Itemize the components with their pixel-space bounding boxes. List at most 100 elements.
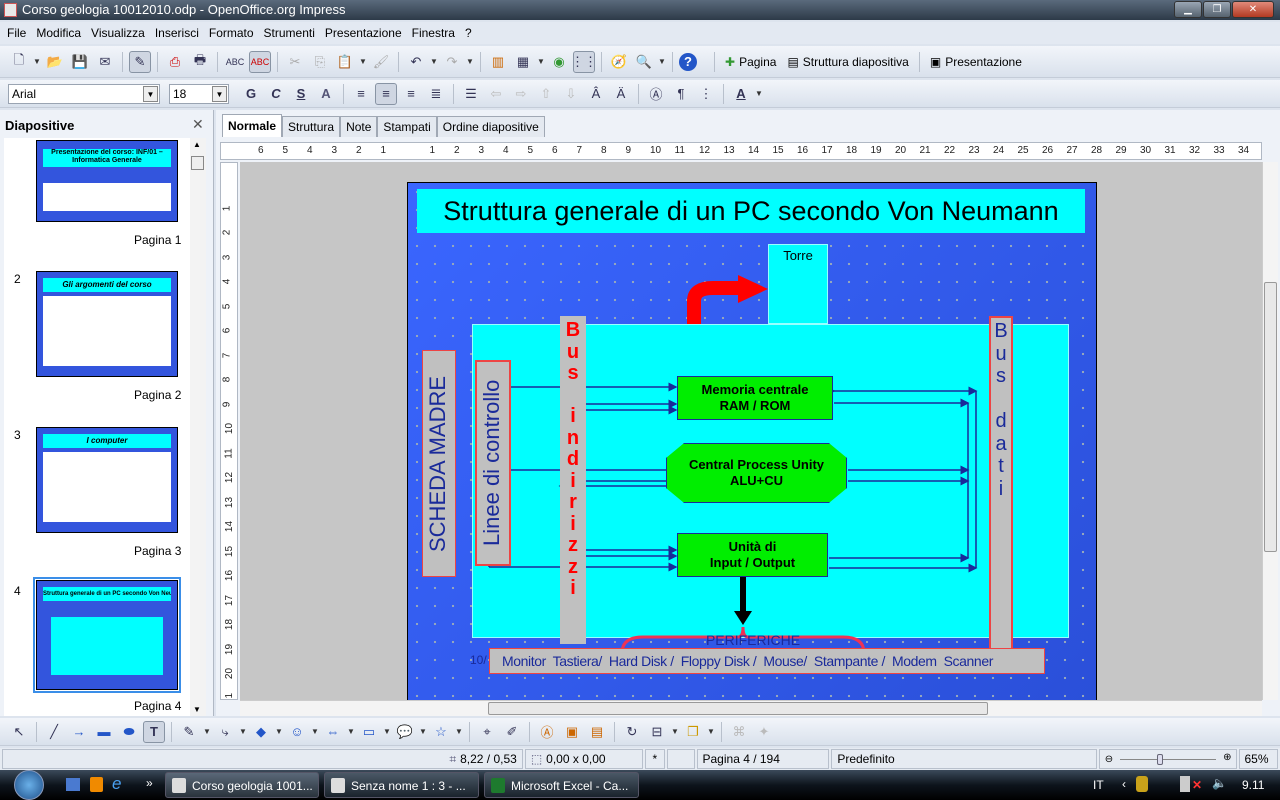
scroll-thumb[interactable] [191, 156, 204, 170]
stars-icon[interactable]: ☆ [430, 721, 452, 743]
flowchart-icon[interactable]: ▭ [358, 721, 380, 743]
minimize-button[interactable]: ▁ [1174, 1, 1202, 18]
undo-icon[interactable]: ↶ [405, 51, 427, 73]
character-icon[interactable]: Ⓐ [645, 83, 667, 105]
taskbar-item-excel[interactable]: Microsoft Excel - Ca... [484, 772, 639, 798]
menu-formato[interactable]: Formato [204, 22, 259, 44]
navigator-icon[interactable]: 🧭 [608, 51, 630, 73]
close-button[interactable]: ✕ [1232, 1, 1274, 18]
zoom-slider[interactable]: ⊖ ⊕ [1098, 749, 1237, 769]
bus-dati[interactable]: Bus dati [989, 316, 1013, 650]
linee-controllo-box[interactable]: Linee di controllo [475, 360, 511, 566]
language-indicator[interactable]: IT [1093, 778, 1104, 792]
slide-thumbnail-2[interactable]: Gli argomenti del corso [36, 271, 178, 377]
paragraph-icon[interactable]: ¶ [670, 83, 692, 105]
block-arrows-icon[interactable]: ⇔ [322, 721, 344, 743]
open-icon[interactable]: 📂 [44, 51, 66, 73]
demote-icon[interactable]: ⇨ [510, 83, 532, 105]
tray-expand-icon[interactable]: ‹ [1122, 777, 1126, 791]
struttura-diapositiva-button[interactable]: ▤ Struttura diapositiva [783, 55, 912, 69]
decrease-spacing-icon[interactable]: Ä [610, 83, 632, 105]
basic-shapes-icon[interactable]: ◆ [250, 721, 272, 743]
print-icon[interactable]: 🖶 [189, 51, 211, 73]
paste-icon[interactable]: 📋 [334, 51, 356, 73]
memoria-centrale-box[interactable]: Memoria centrale RAM / ROM [677, 376, 833, 420]
zoom-slider-knob[interactable] [1157, 754, 1164, 765]
connector-icon[interactable]: ⤷ [214, 721, 236, 743]
select-icon[interactable]: ↖ [8, 721, 30, 743]
spellcheck-icon[interactable]: ABC [224, 51, 246, 73]
export-pdf-icon[interactable]: ⎙ [164, 51, 186, 73]
bullets-icon[interactable]: ☰ [460, 83, 482, 105]
increase-spacing-icon[interactable]: Â [585, 83, 607, 105]
new-dropdown[interactable]: ▼ [33, 57, 41, 66]
extrusion-icon[interactable]: ⌘ [728, 721, 750, 743]
zoom-in-icon[interactable]: ⊕ [1223, 752, 1231, 763]
align-center-icon[interactable]: ≡ [375, 82, 397, 105]
horizontal-scrollbar[interactable] [240, 700, 1262, 716]
tab-struttura[interactable]: Struttura [282, 116, 341, 137]
restore-button[interactable]: ❐ [1203, 1, 1231, 18]
scheda-madre-box[interactable]: SCHEDA MADRE [422, 350, 456, 577]
vertical-ruler[interactable]: 1 2 3 4 5 6 7 8 9 10 11 12 13 14 15 16 17 18 19 20 21 [220, 162, 238, 700]
start-button[interactable] [14, 770, 44, 800]
more-icon[interactable]: » [146, 776, 153, 790]
alignment-icon[interactable]: ⊟ [646, 721, 668, 743]
3d-effects-icon[interactable]: ✦ [753, 721, 775, 743]
arrange-icon[interactable]: ❐ [682, 721, 704, 743]
menu-finestra[interactable]: Finestra [407, 22, 460, 44]
font-size-select[interactable]: 18 ▼ [169, 83, 229, 104]
cut-icon[interactable]: ✂ [284, 51, 306, 73]
devices-bar[interactable]: Monitor Tastiera/ Hard Disk / Floppy Dis… [489, 648, 1045, 674]
network-disconnected-icon[interactable]: ✕ [1192, 778, 1202, 792]
menu-visualizza[interactable]: Visualizza [86, 22, 150, 44]
move-down-icon[interactable]: ⇩ [560, 83, 582, 105]
new-icon[interactable]: 🗋 [8, 51, 30, 73]
close-pane-icon[interactable]: ✕ [192, 116, 204, 133]
from-file-icon[interactable]: ▣ [561, 721, 583, 743]
fontwork-icon[interactable]: ◉ [548, 51, 570, 73]
align-left-icon[interactable]: ≡ [350, 83, 372, 105]
table-icon[interactable]: ▦ [512, 51, 534, 73]
email-icon[interactable]: ✉ [94, 51, 116, 73]
bullets-numbering-icon[interactable]: ⋮ [695, 83, 717, 105]
copy-icon[interactable]: ⎘ [309, 51, 331, 73]
promote-icon[interactable]: ⇦ [485, 83, 507, 105]
menu-help[interactable]: ? [460, 22, 477, 44]
tab-stampati[interactable]: Stampati [377, 116, 437, 137]
scroll-thumb[interactable] [1264, 282, 1277, 552]
menu-strumenti[interactable]: Strumenti [259, 22, 320, 44]
gallery-icon[interactable]: ▤ [586, 721, 608, 743]
menu-file[interactable]: File [2, 22, 31, 44]
shadow-icon[interactable]: A [315, 83, 337, 105]
rotate-icon[interactable]: ↻ [621, 721, 643, 743]
slide-thumbnail-1[interactable]: Presentazione del corso: INF/01 – Inform… [36, 140, 178, 222]
edit-file-icon[interactable]: ✎ [129, 50, 151, 73]
clock[interactable]: 9.11 [1242, 778, 1264, 792]
horizontal-ruler[interactable]: 6 5 4 3 2 1 1 2 3 4 5 6 7 8 9 10 11 12 13 14 15 16 17 18 19 20 21 2… [220, 142, 1262, 160]
bold-button[interactable]: G [240, 83, 262, 105]
format-paintbrush-icon[interactable]: 🖌 [370, 51, 392, 73]
fontwork-gallery-icon[interactable]: Ⓐ [536, 721, 558, 743]
bus-indirizzi[interactable]: Bus indirizzi [560, 316, 586, 644]
underline-button[interactable]: S [290, 83, 312, 105]
chevron-down-icon[interactable]: ▼ [212, 85, 227, 102]
menu-inserisci[interactable]: Inserisci [150, 22, 204, 44]
save-icon[interactable]: 💾 [69, 51, 91, 73]
network-icon[interactable] [1180, 776, 1190, 792]
font-color-icon[interactable]: A [730, 83, 752, 105]
line-icon[interactable]: ╱ [43, 721, 65, 743]
points-icon[interactable]: ⌖ [476, 721, 498, 743]
taskbar-item-impress[interactable]: Corso geologia 1001... [165, 772, 319, 798]
autospellcheck-icon[interactable]: ABC [249, 50, 271, 73]
volume-icon[interactable]: 🔈 [1212, 776, 1227, 790]
internet-explorer-icon[interactable]: e [112, 774, 121, 794]
presentazione-button[interactable]: ▣ Presentazione [926, 55, 1026, 69]
justify-icon[interactable]: ≣ [425, 83, 447, 105]
glue-points-icon[interactable]: ✐ [501, 721, 523, 743]
slide-thumbnail-3[interactable]: I computer [36, 427, 178, 533]
text-icon[interactable]: T [143, 720, 165, 743]
zoom-out-icon[interactable]: ⊖ [1105, 754, 1113, 765]
chart-icon[interactable]: ▥ [487, 51, 509, 73]
show-desktop-icon[interactable] [66, 778, 80, 791]
